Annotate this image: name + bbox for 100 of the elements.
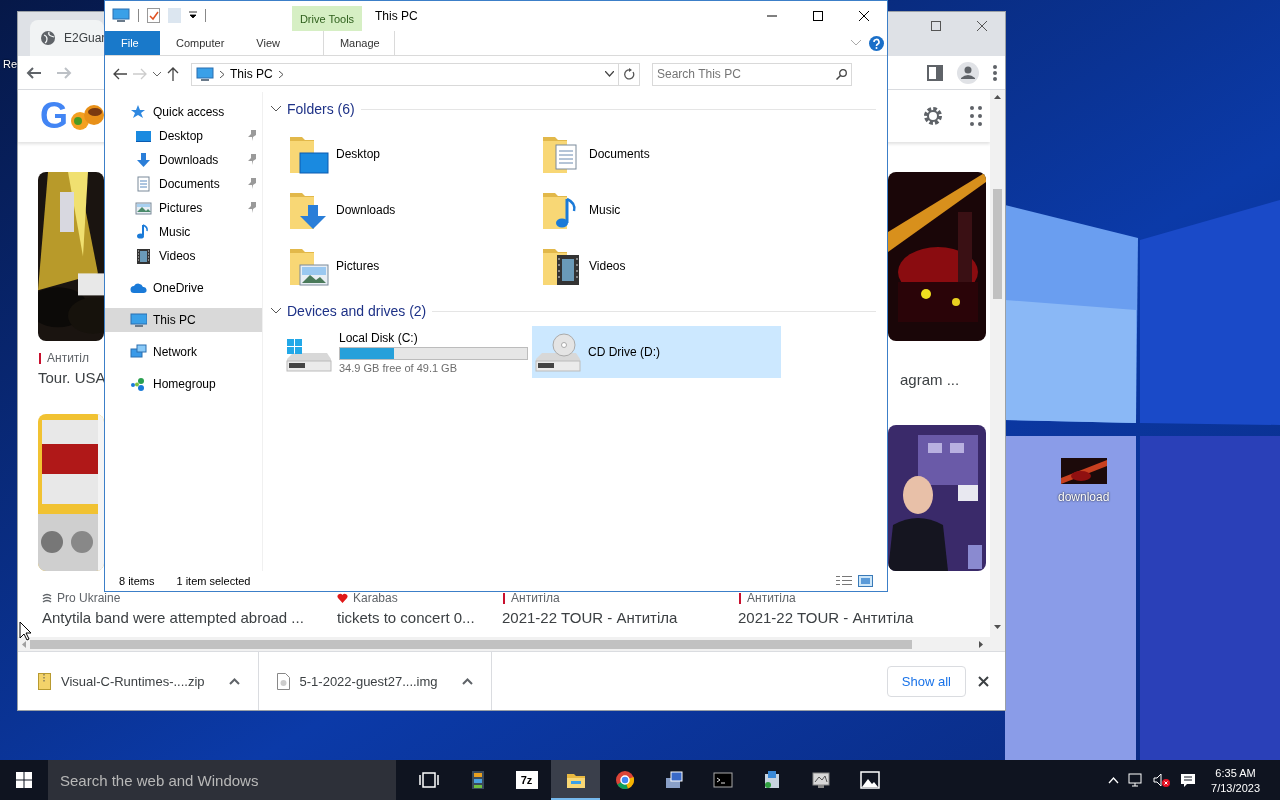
card-title[interactable]: Tour. USA: [38, 369, 104, 386]
card-title[interactable]: tickets to concert 0...: [337, 609, 502, 626]
back-arrow-icon[interactable]: [113, 68, 127, 80]
taskbar-search-field[interactable]: Search the web and Windows: [60, 762, 380, 798]
section-header: Folders (6): [287, 101, 355, 117]
globe-icon: [40, 30, 56, 46]
item-count: 8 items: [119, 575, 155, 587]
show-all-button[interactable]: Show all: [886, 665, 966, 697]
source-name: Pro Ukraine: [57, 591, 121, 605]
nav-item[interactable]: Documents: [105, 172, 262, 196]
back-arrow-icon[interactable]: [26, 64, 42, 81]
folder-tile[interactable]: Pictures: [288, 238, 541, 294]
caret-icon[interactable]: [228, 677, 240, 685]
folder-tile[interactable]: Documents: [541, 126, 794, 182]
drive-tile[interactable]: CD Drive (D:): [532, 326, 781, 378]
scroll-up-icon[interactable]: [994, 95, 1001, 99]
recent-locations-icon[interactable]: [153, 71, 161, 77]
nav-item[interactable]: Videos: [105, 244, 262, 268]
scrollbar-thumb[interactable]: [30, 639, 912, 649]
menu-icon[interactable]: [993, 64, 997, 81]
photos-icon: [859, 770, 880, 790]
taskbar-button[interactable]: 7z: [502, 760, 551, 800]
heart-icon: [337, 593, 348, 603]
nav-item[interactable]: Desktop: [105, 124, 262, 148]
caret-icon[interactable]: [461, 677, 473, 685]
folder-tile[interactable]: Music: [541, 182, 794, 238]
nav-item[interactable]: Network: [105, 340, 262, 364]
card-title[interactable]: Antytila band were attempted abroad ...: [42, 609, 337, 626]
computer-icon: [130, 312, 147, 328]
folder-tile[interactable]: Videos: [541, 238, 794, 294]
ribbon-tab[interactable]: View: [240, 31, 296, 55]
nav-item[interactable]: Downloads: [105, 148, 262, 172]
clock-time[interactable]: 6:35 AM: [1215, 766, 1256, 779]
download-name[interactable]: 5-1-2022-guest27....img: [299, 673, 438, 689]
card-title[interactable]: agram ...: [888, 371, 986, 388]
close-icon[interactable]: [978, 675, 989, 687]
address-text: This PC: [230, 67, 273, 81]
clock-date[interactable]: 7/13/2023: [1211, 781, 1260, 794]
ribbon-tab[interactable]: File: [105, 31, 160, 55]
scrollbar-thumb[interactable]: [993, 189, 1002, 299]
scroll-right-icon[interactable]: [979, 640, 983, 648]
folder-tile[interactable]: Downloads: [288, 182, 541, 238]
zip-file-icon: [38, 672, 51, 690]
computer-icon[interactable]: [112, 7, 130, 23]
side-panel-icon[interactable]: [927, 64, 943, 81]
profile-avatar-icon[interactable]: [957, 61, 979, 84]
refresh-button[interactable]: [619, 62, 640, 86]
nav-item[interactable]: Pictures: [105, 196, 262, 220]
ribbon-tab[interactable]: Manage: [322, 31, 395, 55]
site-icon: [738, 592, 742, 604]
details-view-icon[interactable]: [836, 575, 852, 587]
vertical-scrollbar[interactable]: [990, 90, 1005, 637]
computer-icon: [196, 66, 214, 82]
download-arrow-icon: [135, 152, 152, 168]
context-tab-label: Drive Tools: [292, 6, 362, 31]
properties-icon[interactable]: [147, 7, 160, 23]
drive-name: CD Drive (D:): [588, 345, 660, 359]
source-name: Антитіла: [511, 591, 560, 605]
horizontal-scrollbar[interactable]: [18, 637, 1005, 651]
download-name[interactable]: Visual-C-Runtimes-....zip: [61, 673, 205, 689]
site-icon: [502, 592, 506, 604]
monitor-app-icon: [810, 770, 831, 790]
large-icons-view-icon[interactable]: [858, 575, 873, 587]
taskbar-search-box[interactable]: Search the web and Windows: [48, 760, 396, 800]
network-icon[interactable]: [1128, 773, 1145, 787]
address-bar[interactable]: This PC: [191, 62, 619, 86]
apps-grid-icon[interactable]: [970, 106, 982, 126]
card-title[interactable]: 2021-22 TOUR - Антитіла: [502, 609, 738, 626]
up-arrow-icon[interactable]: [167, 67, 179, 81]
search-box[interactable]: Search This PC: [652, 62, 852, 86]
scroll-down-icon[interactable]: [994, 625, 1001, 629]
browser-logo-icon: [614, 770, 635, 790]
nav-item[interactable]: OneDrive: [105, 276, 262, 300]
icon-label: Re: [3, 58, 18, 70]
nav-item[interactable]: Music: [105, 220, 262, 244]
dropdown-icon[interactable]: [605, 71, 614, 77]
file-icon: [276, 672, 290, 690]
folder-tile[interactable]: Desktop: [288, 126, 541, 182]
source-name: Антитіл: [47, 351, 89, 365]
film-icon: [135, 248, 152, 264]
nav-item[interactable]: Homegroup: [105, 372, 262, 396]
chevron-up-icon[interactable]: [1108, 776, 1120, 784]
archiver-icon: 7z: [515, 771, 538, 789]
nav-item[interactable]: This PC: [105, 308, 262, 332]
chevron-right-icon: [220, 70, 224, 78]
ribbon-tab[interactable]: Computer: [160, 31, 241, 55]
volume-muted-icon[interactable]: [1153, 773, 1172, 787]
notification-icon[interactable]: [1180, 772, 1197, 788]
star-icon: [130, 104, 147, 120]
nav-item[interactable]: Quick access: [105, 100, 262, 124]
help-icon[interactable]: [869, 35, 884, 51]
dropdown-icon[interactable]: [189, 11, 197, 19]
collapse-chevron-icon[interactable]: [271, 308, 281, 314]
drive-tile[interactable]: Local Disk (C:) 34.9 GB free of 49.1 GB: [283, 326, 532, 378]
drive-name: Local Disk (C:): [339, 330, 419, 345]
taskbar-button[interactable]: [551, 760, 600, 800]
settings-icon[interactable]: [922, 105, 944, 127]
refresh-icon: [623, 68, 635, 80]
card-title[interactable]: 2021-22 TOUR - Антитіла: [738, 609, 990, 626]
collapse-chevron-icon[interactable]: [271, 106, 281, 112]
